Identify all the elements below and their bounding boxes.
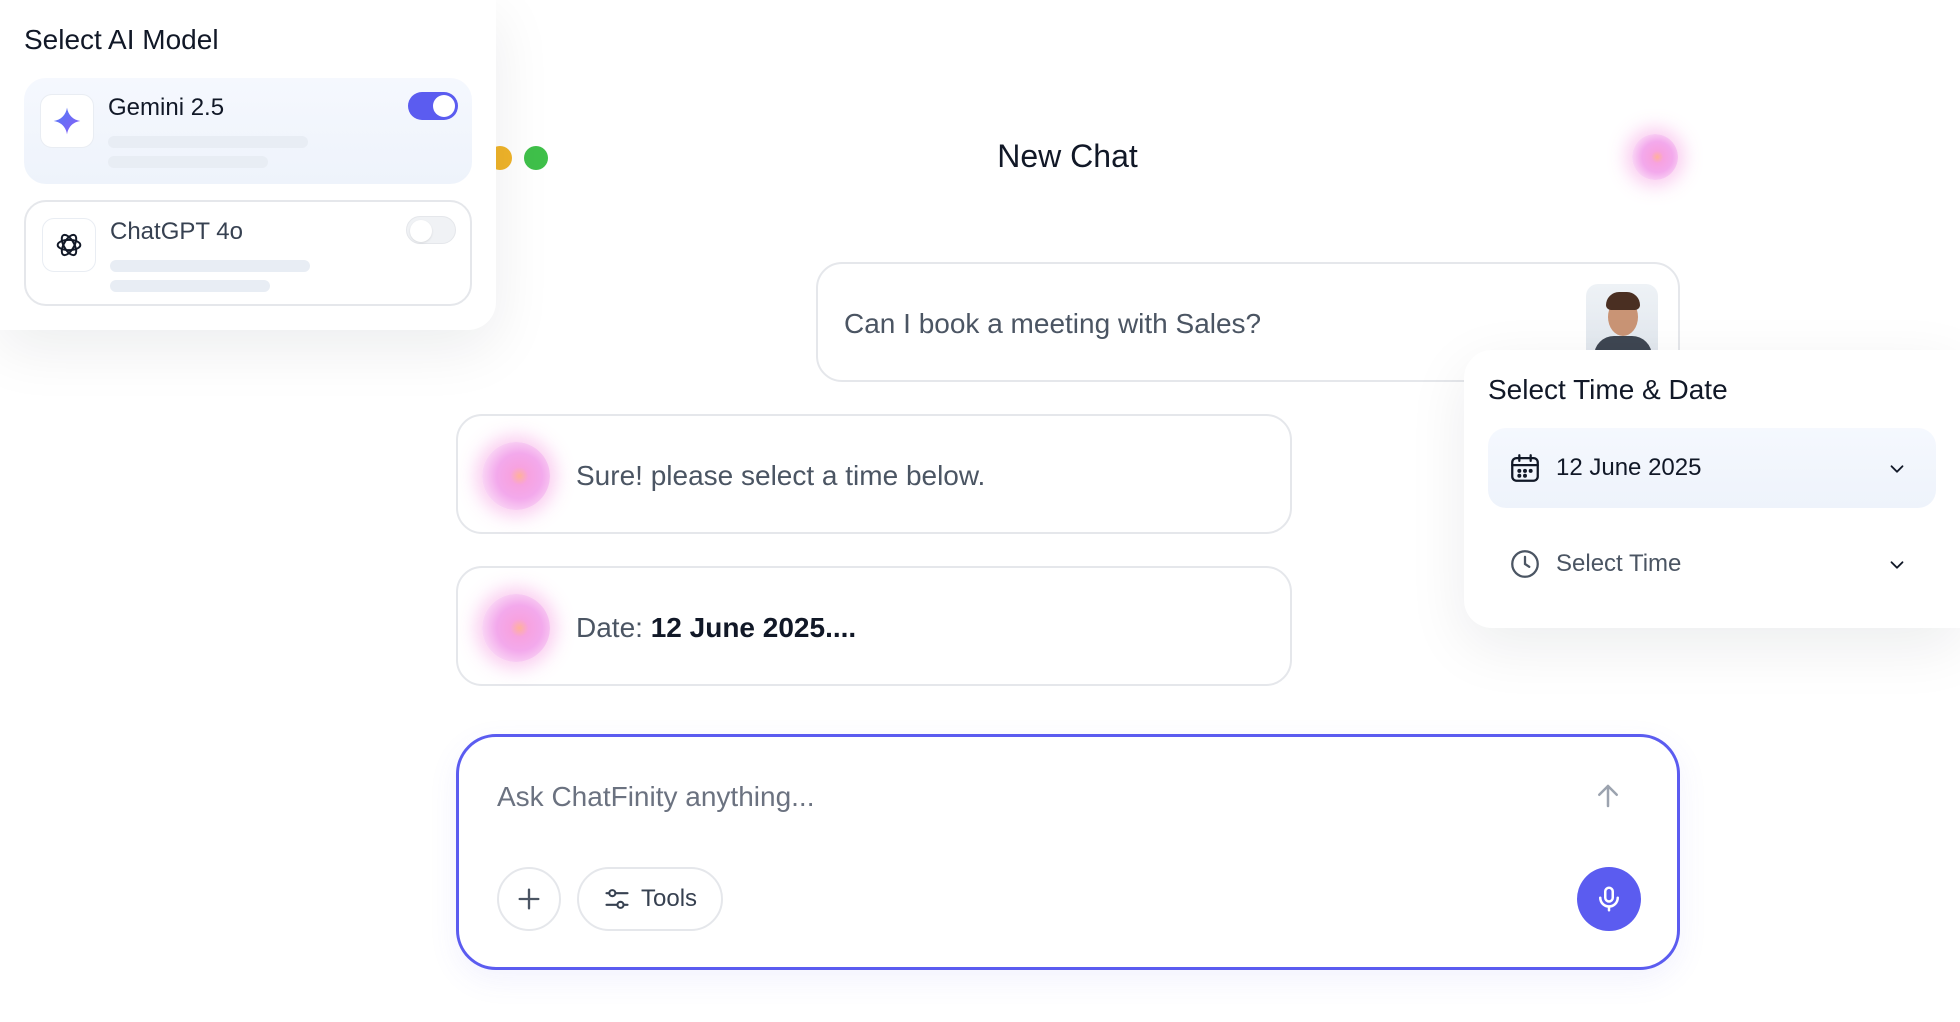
date-select-value: 12 June 2025 [1556,454,1702,481]
model-selector-panel: Select AI Model Gemini 2.5 ChatGPT 4o [0,0,496,330]
clock-icon [1511,550,1539,578]
send-arrow-icon[interactable] [1593,781,1623,811]
assistant-message-text: Sure! please select a time below. [576,460,986,491]
date-select[interactable]: 12 June 2025 [1488,428,1936,508]
chevron-down-icon [1890,561,1904,569]
model-name: ChatGPT 4o [110,218,243,245]
plus-icon [518,888,540,910]
model-selector-title: Select AI Model [24,24,219,55]
assistant-avatar-icon [482,594,550,662]
add-attachment-button[interactable] [497,867,561,931]
maximize-button[interactable] [524,146,548,170]
microphone-icon [1599,886,1619,912]
model-name: Gemini 2.5 [108,94,225,121]
window-controls [488,146,548,170]
assistant-orb-icon[interactable] [1632,134,1678,180]
sliders-icon [605,889,629,909]
chat-title: New Chat [997,138,1138,174]
chevron-down-icon [1890,465,1904,473]
assistant-message: Sure! please select a time below. [456,414,1292,534]
time-date-panel: Select Time & Date 12 June 2025 Select T… [1464,350,1960,628]
tools-button[interactable]: Tools [577,867,723,931]
date-label: Date: [576,612,643,643]
voice-input-button[interactable] [1577,867,1641,931]
tools-label: Tools [641,885,698,912]
placeholder-line [110,260,310,272]
gemini-sparkle-icon [40,94,94,148]
time-select-placeholder: Select Time [1556,550,1682,577]
time-select[interactable]: Select Time [1488,524,1936,604]
composer-input[interactable]: Ask ChatFinity anything... [497,781,814,813]
placeholder-line [108,156,268,168]
assistant-message-text: Date: 12 June 2025.... [576,612,856,644]
model-option-gemini[interactable]: Gemini 2.5 [24,78,472,184]
openai-icon [42,218,96,272]
gemini-toggle[interactable] [408,92,458,120]
chatgpt-toggle[interactable] [406,216,456,244]
date-value: 12 June 2025.... [650,612,857,643]
time-date-title: Select Time & Date [1488,374,1728,405]
message-composer[interactable]: Ask ChatFinity anything... Tools [456,734,1680,970]
model-option-chatgpt[interactable]: ChatGPT 4o [24,200,472,306]
user-message-text: Can I book a meeting with Sales? [844,308,1262,339]
placeholder-line [108,136,308,148]
assistant-avatar-icon [482,442,550,510]
assistant-message: Date: 12 June 2025.... [456,566,1292,686]
placeholder-line [110,280,270,292]
calendar-icon [1511,454,1539,482]
